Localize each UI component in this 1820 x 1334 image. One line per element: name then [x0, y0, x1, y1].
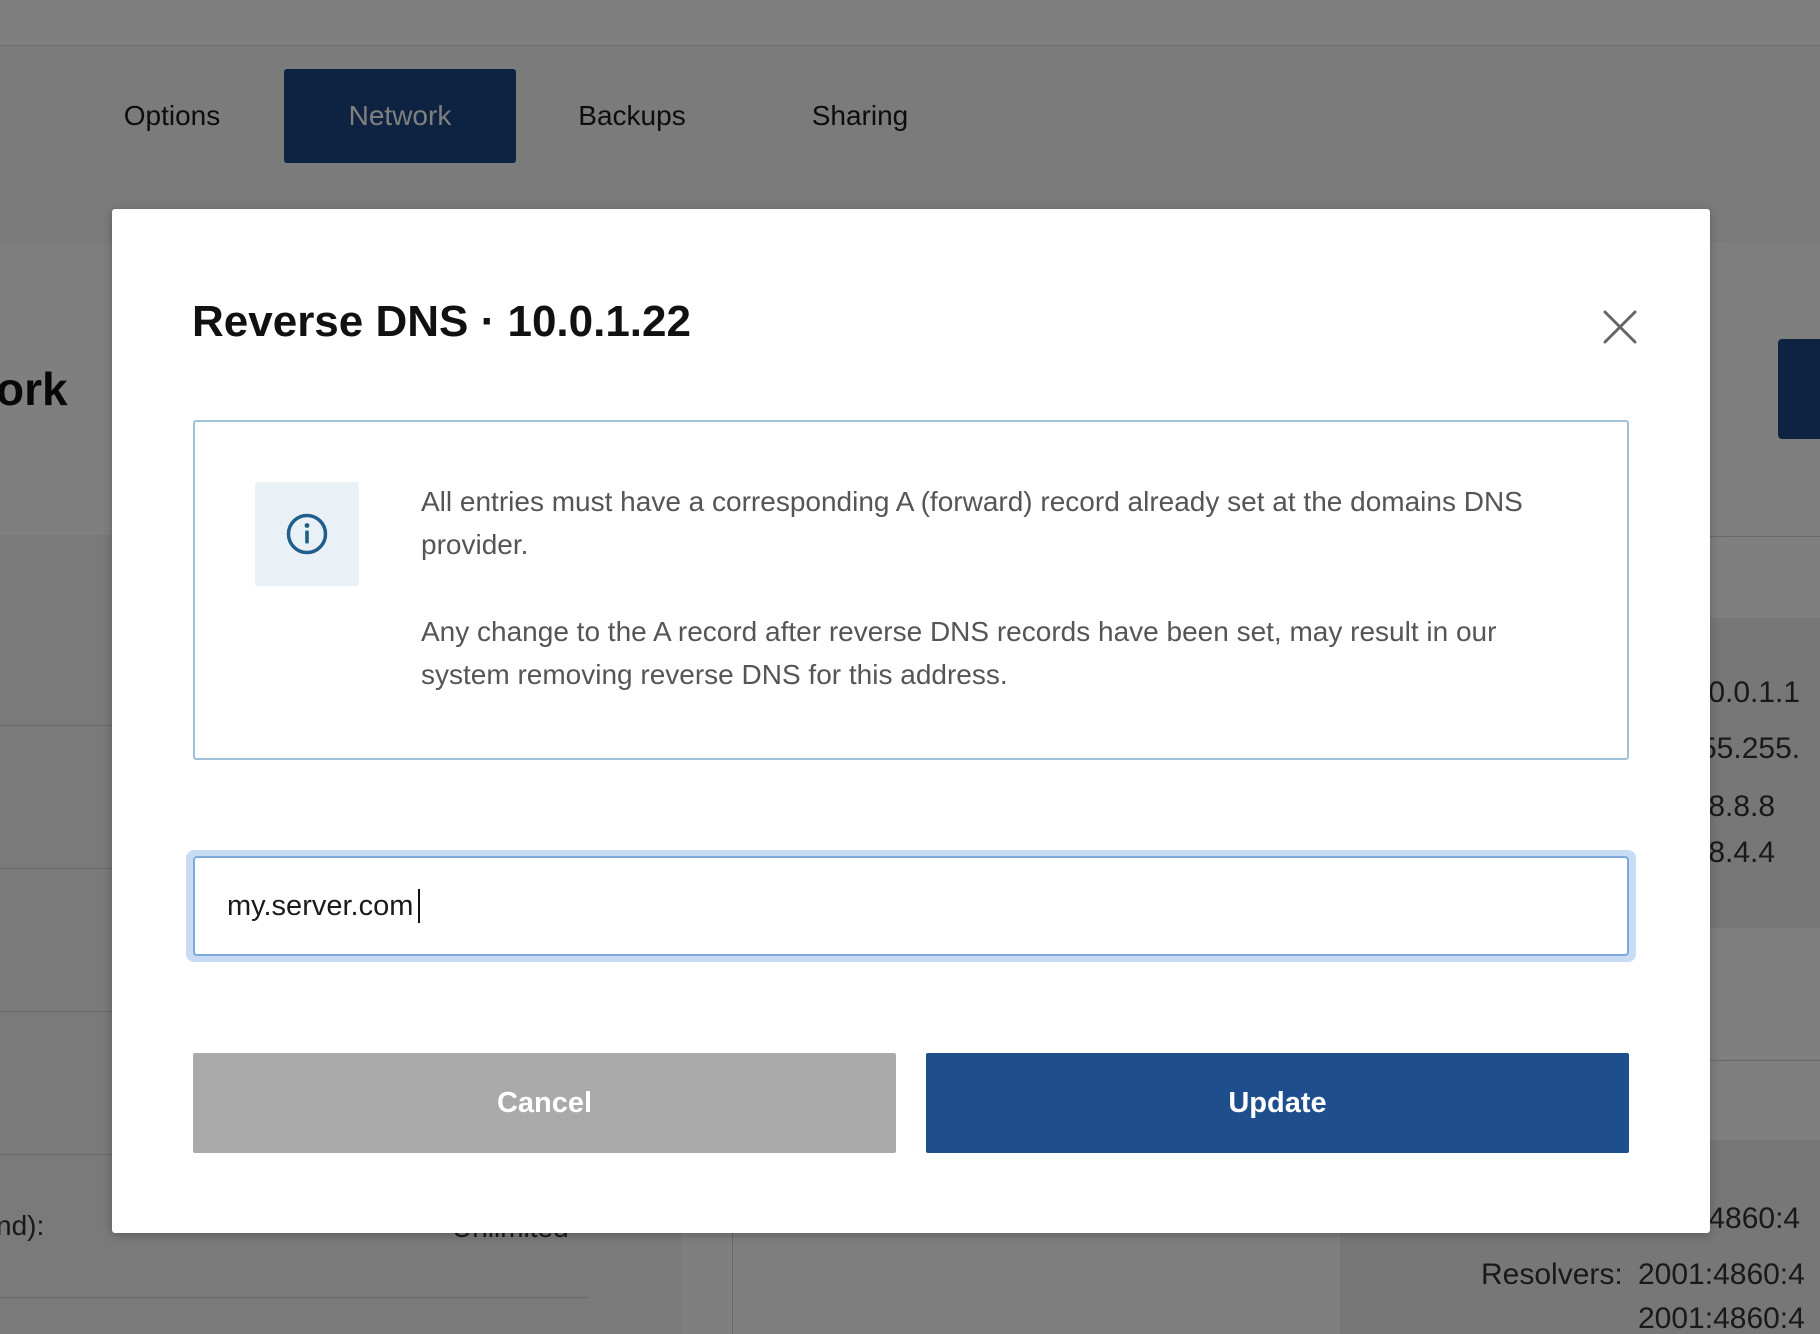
info-icon-badge	[255, 482, 359, 586]
info-paragraph-forward-record: All entries must have a corresponding A …	[421, 486, 1523, 560]
dialog-title: Reverse DNS · 10.0.1.22	[192, 297, 691, 346]
close-button[interactable]	[1592, 299, 1648, 355]
close-icon	[1603, 310, 1637, 344]
cancel-button[interactable]: Cancel	[193, 1053, 896, 1153]
update-button[interactable]: Update	[926, 1053, 1629, 1153]
hostname-input[interactable]	[193, 856, 1629, 956]
reverse-dns-dialog: Reverse DNS · 10.0.1.22 All entries must…	[112, 209, 1710, 1233]
info-paragraph-change-warning: Any change to the A record after reverse…	[421, 616, 1497, 690]
info-icon	[286, 513, 328, 555]
info-text: All entries must have a corresponding A …	[421, 480, 1581, 696]
text-caret	[418, 889, 420, 923]
info-notice: All entries must have a corresponding A …	[193, 420, 1629, 760]
